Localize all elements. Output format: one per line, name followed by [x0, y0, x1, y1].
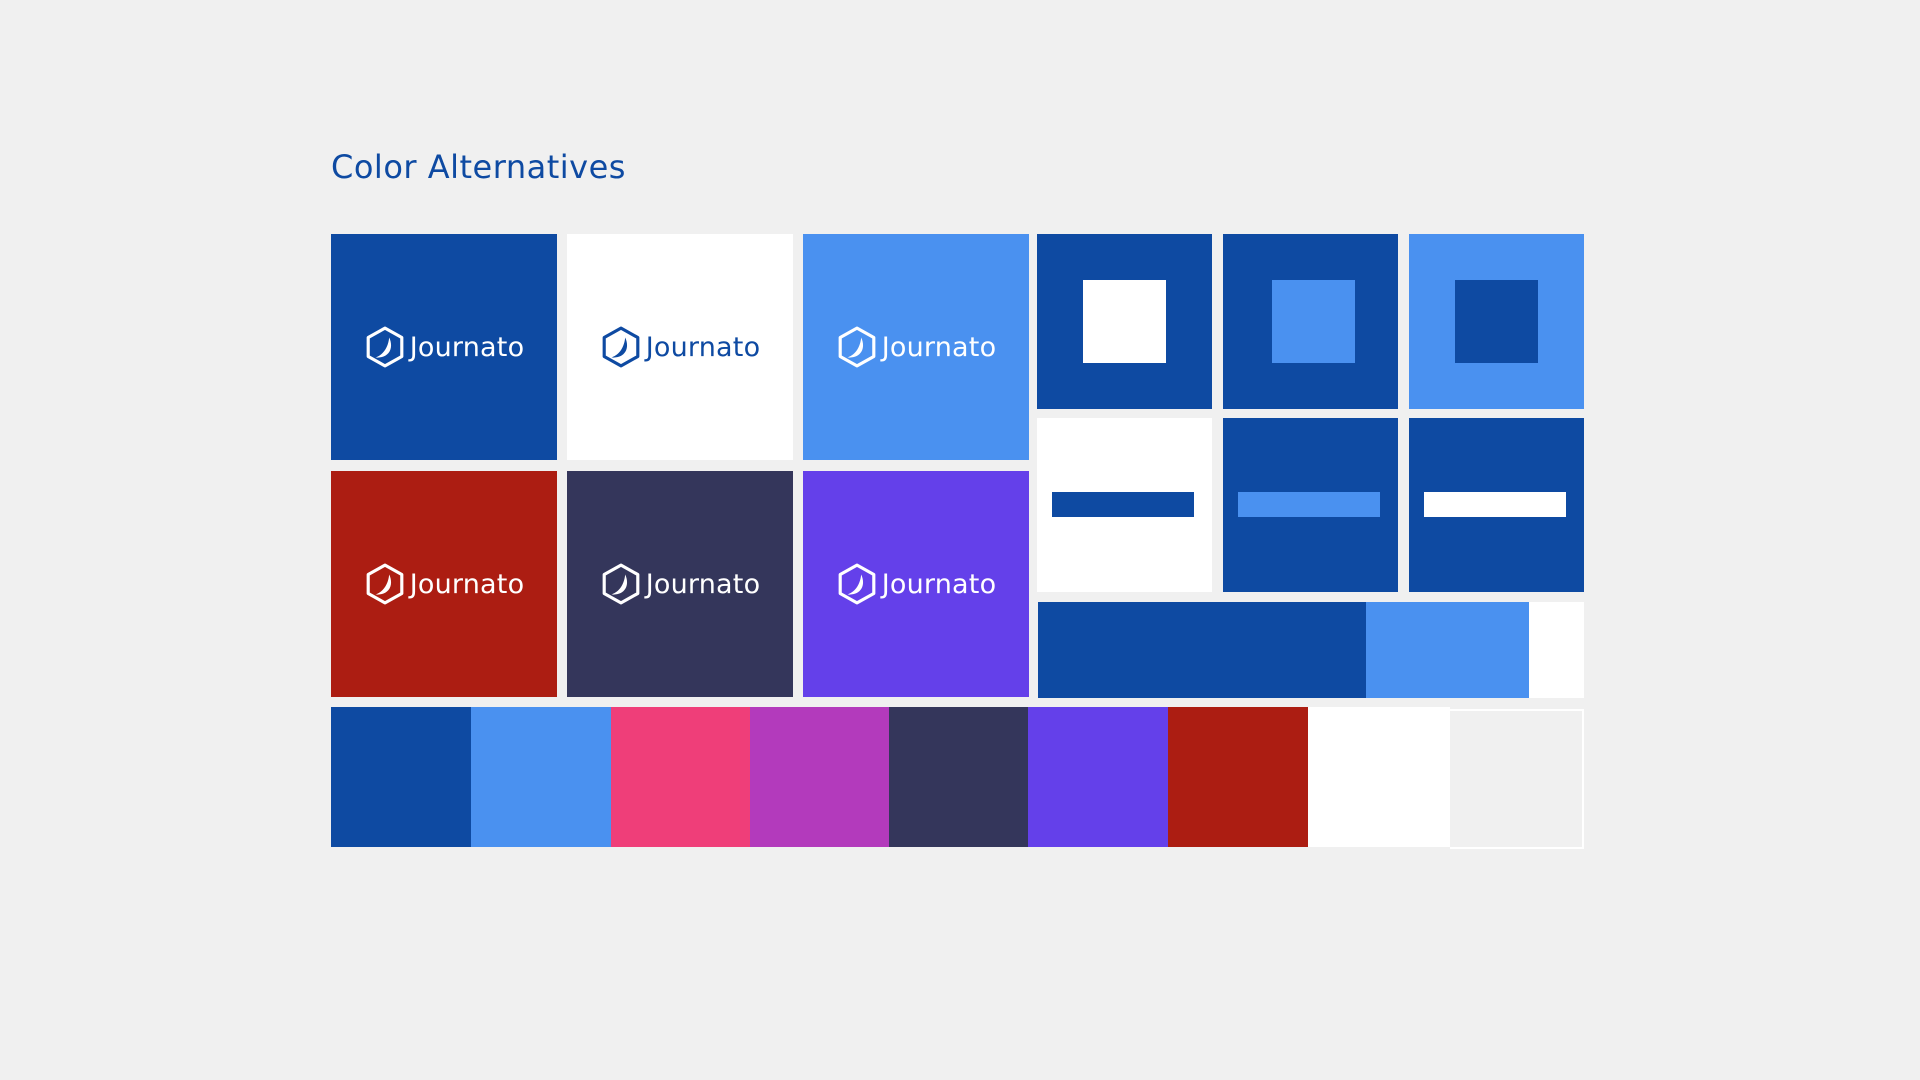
inner-bar — [1424, 492, 1566, 517]
logo-wordmark: Journato — [409, 568, 525, 600]
color-proportion-bar — [1038, 602, 1584, 698]
proportion-segment-sky — [1365, 602, 1530, 698]
square-tile-navy-white — [1037, 234, 1212, 409]
logo-wordmark: Journato — [645, 568, 761, 600]
logo-tile-sky: Journato — [803, 234, 1029, 460]
square-tile-sky-navy — [1409, 234, 1584, 409]
journato-logo: Journato — [803, 234, 1029, 460]
inner-bar — [1052, 492, 1194, 517]
palette-swatch-magenta — [750, 707, 889, 847]
journato-hexagon-icon — [838, 326, 876, 368]
journato-hexagon-icon — [602, 563, 640, 605]
inner-bar — [1238, 492, 1380, 517]
palette-swatch-navy — [331, 707, 471, 847]
logo-wordmark: Journato — [881, 568, 997, 600]
palette-swatch-sky — [471, 707, 611, 847]
palette-swatch-slate — [889, 707, 1028, 847]
palette-swatch-violet — [1028, 707, 1168, 847]
journato-hexagon-icon — [366, 563, 404, 605]
inner-square — [1083, 280, 1166, 363]
logo-tile-crimson: Journato — [331, 471, 557, 697]
journato-logo: Journato — [567, 234, 793, 460]
page-title: Color Alternatives — [331, 148, 626, 186]
bar-tile-navy-sky — [1223, 418, 1398, 592]
inner-square — [1455, 280, 1538, 363]
journato-logo: Journato — [567, 471, 793, 697]
journato-logo: Journato — [331, 471, 557, 697]
proportion-segment-white — [1529, 602, 1584, 698]
logo-tile-violet: Journato — [803, 471, 1029, 697]
inner-square — [1272, 280, 1355, 363]
journato-hexagon-icon — [366, 326, 404, 368]
journato-hexagon-icon — [838, 563, 876, 605]
journato-logo: Journato — [331, 234, 557, 460]
logo-tile-navy: Journato — [331, 234, 557, 460]
proportion-segment-navy — [1038, 602, 1366, 698]
journato-hexagon-icon — [602, 326, 640, 368]
bar-tile-navy-white — [1409, 418, 1584, 592]
palette-swatch-pink — [611, 707, 750, 847]
logo-wordmark: Journato — [409, 331, 525, 363]
logo-tile-slate: Journato — [567, 471, 793, 697]
logo-wordmark: Journato — [881, 331, 997, 363]
bar-tile-white-navy — [1037, 418, 1212, 592]
palette-swatch-light-gray — [1450, 709, 1584, 849]
palette-swatch-crimson — [1168, 707, 1308, 847]
logo-tile-white: Journato — [567, 234, 793, 460]
logo-wordmark: Journato — [645, 331, 761, 363]
journato-logo: Journato — [803, 471, 1029, 697]
palette-swatch-white — [1308, 707, 1450, 847]
square-tile-navy-sky — [1223, 234, 1398, 409]
